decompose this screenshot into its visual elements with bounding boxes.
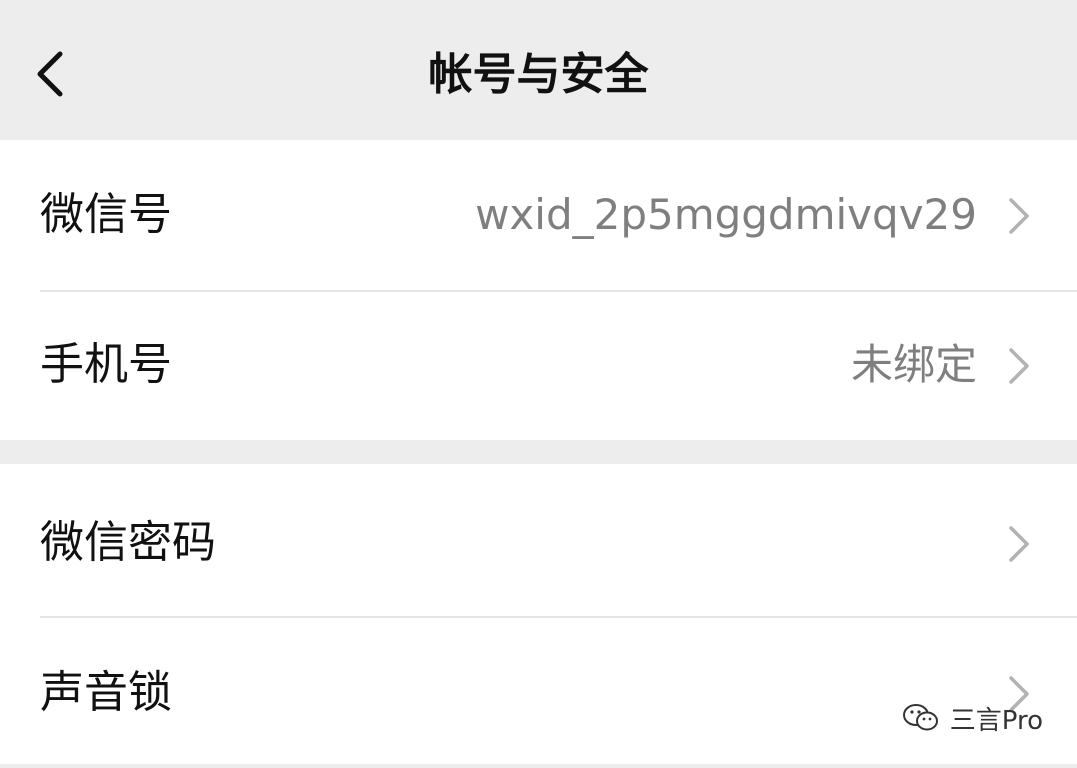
voiceprint-label: 声音锁: [40, 667, 172, 718]
wechat-icon: [902, 704, 938, 731]
chevron-right-icon: [1009, 198, 1029, 234]
wechat-password-row[interactable]: 微信密码: [0, 468, 1077, 618]
chevron-right-icon: [1009, 526, 1029, 562]
phone-number-label: 手机号: [40, 339, 172, 390]
page-title: 帐号与安全: [428, 49, 649, 100]
wechat-id-label: 微信号: [40, 189, 172, 240]
watermark: 三言Pro: [902, 698, 1043, 738]
wechat-id-value: wxid_2p5mggdmivqv29: [475, 190, 977, 239]
phone-number-row[interactable]: 手机号 未绑定: [0, 290, 1077, 440]
phone-number-value: 未绑定: [850, 340, 977, 389]
voiceprint-row[interactable]: 声音锁: [0, 618, 1077, 768]
section-gap: [0, 440, 1077, 464]
account-group: 微信号 wxid_2p5mggdmivqv29 手机号 未绑定: [0, 140, 1077, 440]
wechat-id-row[interactable]: 微信号 wxid_2p5mggdmivqv29: [0, 140, 1077, 290]
wechat-password-label: 微信密码: [40, 517, 216, 568]
watermark-text: 三言Pro: [949, 705, 1043, 736]
nav-bar: 帐号与安全: [0, 0, 1077, 140]
chevron-right-icon: [1009, 348, 1029, 384]
